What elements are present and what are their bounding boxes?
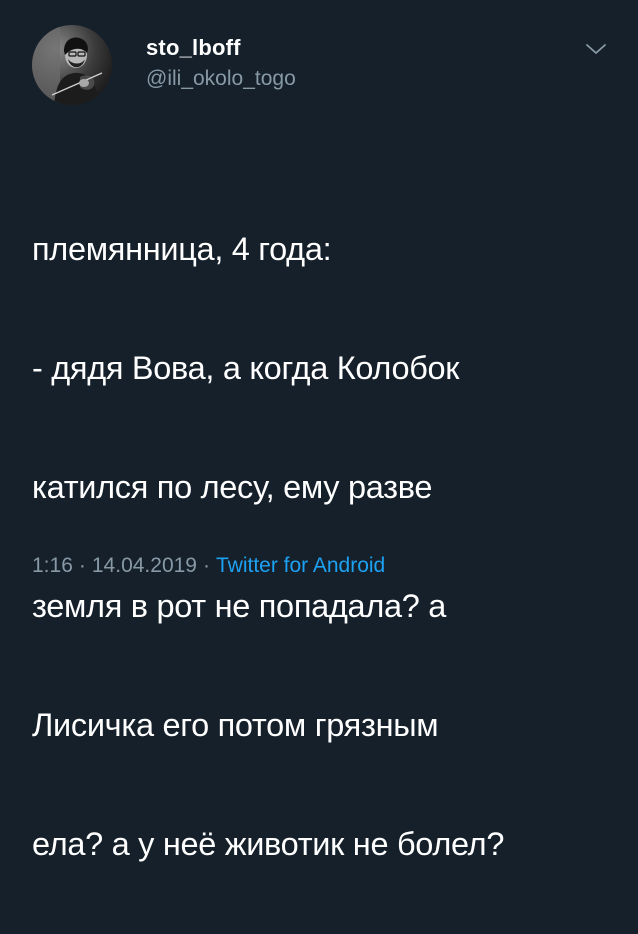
- tweet-time[interactable]: 1:16: [32, 554, 73, 577]
- chevron-down-icon[interactable]: [584, 39, 608, 59]
- tweet-text: племянница, 4 года: - дядя Вова, а когда…: [32, 160, 622, 934]
- user-handle[interactable]: @ili_okolo_togo: [146, 65, 296, 93]
- tweet-text-line: земля в рот не попадала? а: [32, 587, 447, 624]
- tweet-card: sto_lboff @ili_okolo_togo племянница, 4 …: [0, 0, 638, 862]
- user-names: sto_lboff @ili_okolo_togo: [146, 35, 296, 93]
- meta-separator: ·: [202, 554, 210, 577]
- tweet-text-line: - дядя Вова, а когда Колобок: [32, 349, 460, 386]
- avatar-photo-icon: [32, 25, 112, 105]
- tweet-text-line: ела? а у неё животик не болел?: [32, 825, 505, 862]
- meta-separator: ·: [78, 554, 86, 577]
- tweet-date[interactable]: 14.04.2019: [92, 554, 197, 577]
- display-name[interactable]: sto_lboff: [146, 35, 296, 61]
- tweet-text-line: Лисичка его потом грязным: [32, 706, 439, 743]
- avatar[interactable]: [32, 25, 112, 105]
- tweet-meta: 1:16 · 14.04.2019 · Twitter for Android: [32, 552, 385, 580]
- tweet-text-line: катился по лесу, ему разве: [32, 468, 433, 505]
- tweet-source-link[interactable]: Twitter for Android: [216, 554, 385, 577]
- tweet-header: sto_lboff @ili_okolo_togo: [32, 25, 618, 105]
- tweet-text-line: племянница, 4 года:: [32, 230, 332, 267]
